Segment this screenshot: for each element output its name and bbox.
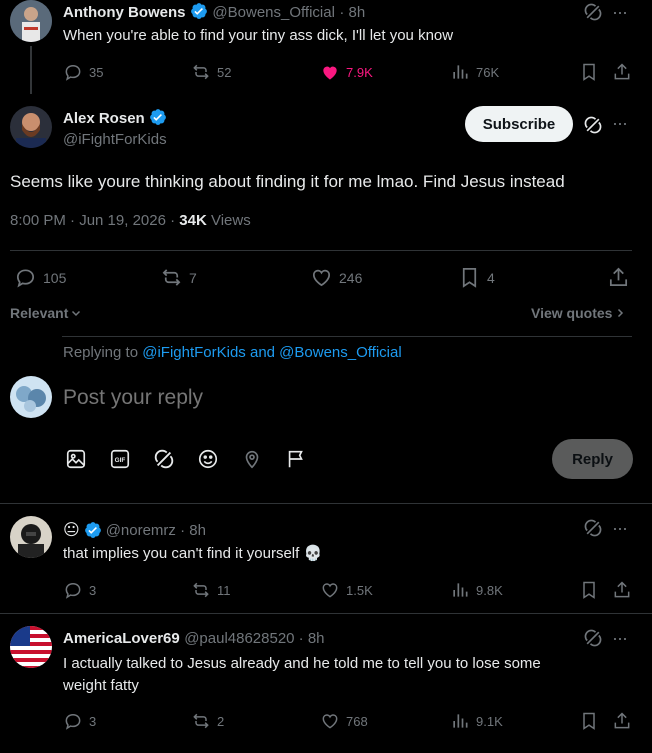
retweet-button[interactable]: 7 [160, 266, 197, 289]
like-button[interactable]: 768 [320, 711, 368, 731]
reply-tweet[interactable]: 😐 @noremrz · 8h ··· that implies you can… [0, 504, 652, 612]
more-options-icon[interactable]: ··· [612, 518, 628, 539]
share-icon[interactable] [612, 711, 632, 731]
reply-icon [65, 713, 81, 730]
avatar [10, 376, 52, 418]
grok-icon[interactable] [583, 2, 603, 22]
reply-icon [65, 64, 81, 81]
retweet-button[interactable]: 52 [191, 62, 231, 82]
gif-icon[interactable]: GIF [109, 448, 131, 470]
bookmark-icon[interactable] [579, 580, 599, 600]
reply-button[interactable]: 35 [63, 62, 103, 82]
reply-button[interactable]: 3 [63, 711, 96, 731]
author-handle[interactable]: @Bowens_Official [212, 4, 335, 21]
retweet-icon [162, 269, 181, 286]
reply-button[interactable]: 105 [14, 266, 66, 289]
heart-filled-icon [323, 66, 337, 80]
view-quotes-link[interactable]: View quotes [531, 305, 626, 321]
tweet-text-line-2: weight fatty [63, 677, 139, 694]
flag-icon[interactable] [285, 448, 307, 470]
grok-icon[interactable] [583, 628, 603, 648]
retweet-icon [193, 713, 209, 729]
more-options-icon[interactable]: ··· [612, 113, 628, 134]
bookmark-icon [462, 268, 477, 288]
author-name-emoji[interactable]: 😐 [63, 520, 80, 540]
main-tweet: Alex Rosen @iFightForKids Subscribe ··· … [0, 100, 652, 330]
views-button[interactable]: 76K [450, 62, 499, 82]
bookmark-icon[interactable] [579, 711, 599, 731]
avatar[interactable] [10, 516, 52, 558]
bookmark-icon[interactable] [579, 62, 599, 82]
author-name[interactable]: Anthony Bowens [63, 4, 186, 21]
views-button[interactable]: 9.8K [450, 580, 503, 600]
retweet-icon [193, 64, 209, 80]
reply-button[interactable]: 3 [63, 580, 96, 600]
analytics-icon [453, 714, 468, 728]
reply-icon [16, 269, 35, 288]
replying-to-users[interactable]: @iFightForKids and @Bowens_Official [142, 344, 401, 361]
replying-to: Replying to @iFightForKids and @Bowens_O… [63, 344, 402, 361]
views-count: 34K [179, 212, 207, 229]
verified-badge-icon [150, 109, 167, 125]
media-icon[interactable] [65, 448, 87, 470]
like-button[interactable]: 246 [310, 266, 362, 289]
like-button[interactable]: 7.9K [320, 62, 373, 82]
share-icon[interactable] [607, 266, 630, 289]
grok-icon[interactable] [583, 115, 603, 135]
post-timestamp[interactable]: 8:00 PM · Jun 19, 2026 · [10, 212, 179, 229]
author-handle[interactable]: @noremrz · 8h [106, 522, 206, 539]
more-options-icon[interactable]: ··· [612, 628, 628, 649]
analytics-icon [453, 583, 468, 597]
emoji-icon[interactable] [197, 448, 219, 470]
retweet-icon [193, 582, 209, 598]
views-label: Views [206, 212, 251, 229]
location-icon[interactable] [241, 448, 263, 470]
grok-icon[interactable] [583, 518, 603, 538]
svg-text:GIF: GIF [115, 457, 126, 464]
tweet-text-line-1: I actually talked to Jesus already and h… [63, 655, 541, 672]
tweet-text: that implies you can't find it yourself … [63, 545, 323, 562]
views-button[interactable]: 9.1K [450, 711, 503, 731]
bookmark-button[interactable]: 4 [458, 266, 495, 289]
heart-icon [322, 714, 338, 729]
share-icon[interactable] [612, 62, 632, 82]
retweet-button[interactable]: 2 [191, 711, 224, 731]
reply-input[interactable] [63, 384, 603, 412]
avatar[interactable] [10, 106, 52, 148]
reply-tweet[interactable]: AmericaLover69 @paul48628520 · 8h ··· I … [0, 614, 652, 753]
retweet-button[interactable]: 11 [191, 580, 231, 600]
author-handle[interactable]: @paul48628520 · 8h [184, 630, 324, 647]
reply-button[interactable]: Reply [552, 439, 633, 479]
divider [10, 250, 632, 251]
reply-icon [65, 582, 81, 599]
analytics-icon [453, 65, 468, 79]
reply-composer: Replying to @iFightForKids and @Bowens_O… [0, 336, 652, 502]
avatar[interactable] [10, 0, 52, 42]
share-icon[interactable] [612, 580, 632, 600]
thread-line [30, 46, 32, 94]
parent-tweet[interactable]: Anthony Bowens @Bowens_Official · 8h ···… [0, 0, 652, 96]
subscribe-button[interactable]: Subscribe [465, 106, 573, 142]
tweet-text: When you're able to find your tiny ass d… [63, 27, 454, 44]
sort-dropdown[interactable]: Relevant [10, 305, 82, 321]
author-handle[interactable]: @iFightForKids [63, 131, 167, 148]
author-name[interactable]: Alex Rosen [63, 110, 145, 127]
verified-badge-icon [84, 522, 101, 538]
heart-icon [322, 583, 338, 598]
avatar[interactable] [10, 626, 52, 668]
chevron-down-icon [72, 310, 81, 317]
post-time[interactable]: · 8h [339, 4, 365, 21]
more-options-icon[interactable]: ··· [612, 2, 628, 23]
divider [62, 336, 632, 337]
tweet-text: Seems like youre thinking about finding … [10, 172, 565, 191]
like-button[interactable]: 1.5K [320, 580, 373, 600]
heart-icon [312, 269, 331, 287]
chevron-right-icon [618, 308, 624, 318]
grok-icon[interactable] [153, 448, 175, 470]
verified-badge-icon [191, 3, 207, 19]
author-name[interactable]: AmericaLover69 [63, 630, 180, 647]
